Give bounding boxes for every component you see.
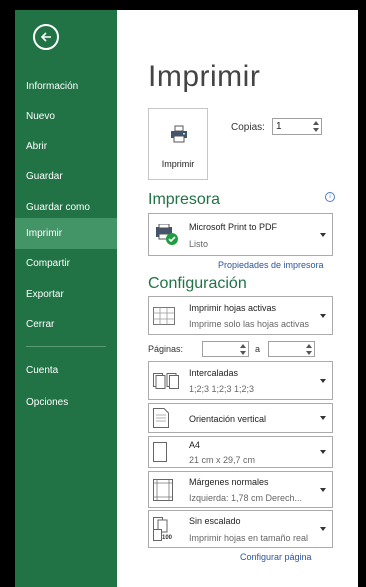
pages-to-label: a xyxy=(255,344,261,354)
backstage-sidebar: Información Nuevo Abrir Guardar Guardar … xyxy=(15,10,117,587)
print-button-label: Imprimir xyxy=(161,159,195,169)
margins-dropdown[interactable]: Márgenes normales Izquierda: 1,78 cm Der… xyxy=(148,471,333,508)
chevron-down-icon xyxy=(320,416,326,420)
sidebar-item-compartir[interactable]: Compartir xyxy=(15,249,117,279)
paper-size-title: A4 xyxy=(189,440,201,450)
printer-dropdown[interactable]: Microsoft Print to PDF Listo xyxy=(148,213,333,256)
printer-ready-icon xyxy=(156,223,178,245)
scaling-subtitle: Imprimir hojas en tamaño real xyxy=(189,533,309,543)
back-arrow-icon[interactable] xyxy=(33,24,59,50)
scaling-icon-label: 100 xyxy=(162,535,173,541)
portrait-page-icon xyxy=(153,408,169,428)
printer-heading: Impresora xyxy=(148,191,221,208)
sidebar-item-opciones[interactable]: Opciones xyxy=(15,388,117,418)
margins-title: Márgenes normales xyxy=(189,477,269,487)
sidebar-item-informacion[interactable]: Información xyxy=(15,72,117,102)
sidebar-item-nuevo[interactable]: Nuevo xyxy=(15,102,117,132)
scaling-dropdown[interactable]: 100 Sin escalado Imprimir hojas en tamañ… xyxy=(148,510,333,548)
sidebar-item-cuenta[interactable]: Cuenta xyxy=(15,356,117,386)
collation-title: Intercaladas xyxy=(189,368,239,378)
margins-subtitle: Izquierda: 1,78 cm Derech... xyxy=(189,493,303,503)
chevron-down-icon xyxy=(320,527,326,531)
sheet-grid-icon xyxy=(153,306,175,325)
copies-label: Copias: xyxy=(231,122,265,133)
sidebar-divider xyxy=(26,346,106,347)
scaling-title: Sin escalado xyxy=(189,516,241,526)
copies-value: 1 xyxy=(276,121,282,132)
print-what-title: Imprimir hojas activas xyxy=(189,303,277,313)
collated-pages-icon xyxy=(153,372,179,389)
margins-icon xyxy=(153,478,173,501)
chevron-down-icon xyxy=(320,487,326,492)
print-what-subtitle: Imprime solo las hojas activas xyxy=(189,319,310,329)
printer-icon xyxy=(171,125,187,143)
page-setup-link[interactable]: Configurar página xyxy=(240,552,312,562)
pages-from-input[interactable] xyxy=(202,341,249,357)
settings-heading: Configuración xyxy=(148,275,247,292)
chevron-down-icon xyxy=(320,450,326,454)
page-title: Imprimir xyxy=(148,60,261,93)
orientation-dropdown[interactable]: Orientación vertical xyxy=(148,403,333,433)
collation-subtitle: 1;2;3 1;2;3 1;2;3 xyxy=(189,384,255,394)
sidebar-item-abrir[interactable]: Abrir xyxy=(15,132,117,162)
pages-to-spinner[interactable] xyxy=(306,344,312,355)
paper-size-icon xyxy=(153,442,167,462)
printer-name: Microsoft Print to PDF xyxy=(189,222,278,232)
backstage-window: Información Nuevo Abrir Guardar Guardar … xyxy=(15,10,358,587)
pages-label: Páginas: xyxy=(148,344,184,354)
sidebar-item-cerrar[interactable]: Cerrar xyxy=(15,310,117,340)
sidebar-item-imprimir[interactable]: Imprimir xyxy=(15,218,117,249)
sidebar-item-guardar[interactable]: Guardar xyxy=(15,162,117,192)
copies-spinner[interactable] xyxy=(313,121,319,132)
pages-to-input[interactable] xyxy=(268,341,315,357)
copies-input[interactable]: 1 xyxy=(272,118,322,135)
info-icon[interactable]: i xyxy=(325,192,335,202)
paper-size-subtitle: 21 cm x 29,7 cm xyxy=(189,455,256,465)
print-button[interactable]: Imprimir xyxy=(148,108,208,180)
paper-size-dropdown[interactable]: A4 21 cm x 29,7 cm xyxy=(148,436,333,468)
chevron-down-icon xyxy=(320,232,326,237)
printer-properties-link[interactable]: Propiedades de impresora xyxy=(218,260,324,270)
chevron-down-icon xyxy=(320,313,326,318)
sidebar-item-exportar[interactable]: Exportar xyxy=(15,280,117,310)
printer-status: Listo xyxy=(189,239,209,249)
print-panel: Imprimir Imprimir Copias: 1 Impresora i xyxy=(117,10,358,587)
collation-dropdown[interactable]: Intercaladas 1;2;3 1;2;3 1;2;3 xyxy=(148,361,333,400)
pages-from-spinner[interactable] xyxy=(240,344,246,355)
chevron-down-icon xyxy=(320,378,326,383)
print-what-dropdown[interactable]: Imprimir hojas activas Imprime solo las … xyxy=(148,296,333,335)
orientation-title: Orientación vertical xyxy=(189,414,267,424)
